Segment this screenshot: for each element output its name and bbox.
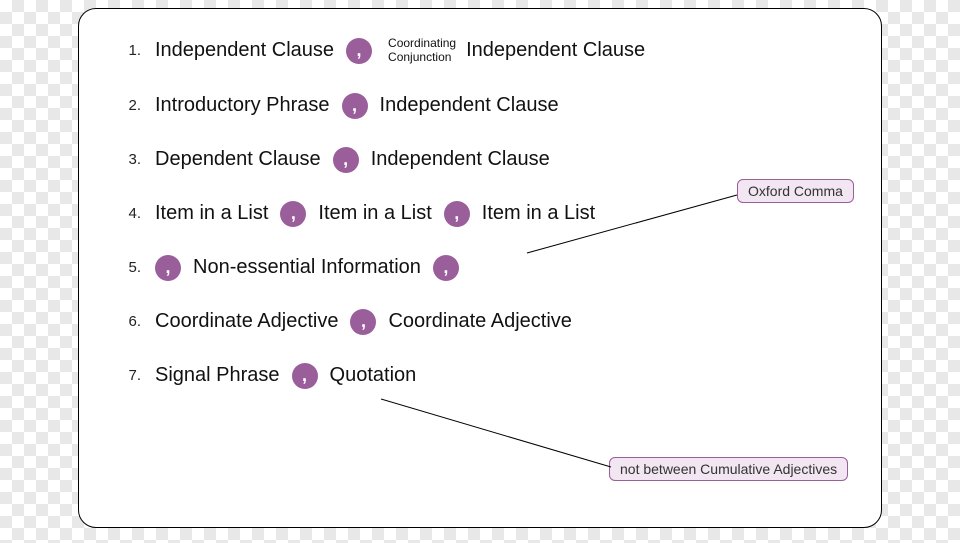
comma-icon: , (433, 255, 459, 281)
comma-rules-card: 1. Independent Clause , Coordinating Con… (78, 8, 882, 528)
rule-text: Independent Clause (371, 148, 550, 171)
rule-text: Independent Clause (155, 39, 334, 62)
comma-icon: , (346, 38, 372, 64)
rule-text: Quotation (330, 364, 417, 387)
comma-icon: , (333, 147, 359, 173)
rule-number: 7. (123, 367, 141, 384)
rule-number: 1. (123, 42, 141, 59)
coordinating-conjunction-label: Coordinating Conjunction (388, 37, 456, 65)
comma-icon: , (280, 201, 306, 227)
rule-text: Introductory Phrase (155, 94, 330, 117)
rule-number: 4. (123, 205, 141, 222)
rule-text: Coordinate Adjective (388, 310, 571, 333)
rule-number: 5. (123, 259, 141, 276)
rule-row-6: 6. Coordinate Adjective , Coordinate Adj… (123, 309, 851, 335)
rule-text: Coordinate Adjective (155, 310, 338, 333)
rule-text: Item in a List (318, 202, 431, 225)
rule-row-7: 7. Signal Phrase , Quotation (123, 363, 851, 389)
oxford-comma-icon: , (444, 201, 470, 227)
comma-icon: , (155, 255, 181, 281)
comma-icon: , (342, 93, 368, 119)
oxford-comma-callout: Oxford Comma (737, 179, 854, 203)
rule-row-5: 5. , Non-essential Information , (123, 255, 851, 281)
rule-text: Independent Clause (466, 39, 645, 62)
rule-number: 2. (123, 97, 141, 114)
rule-number: 3. (123, 151, 141, 168)
rule-number: 6. (123, 313, 141, 330)
rule-text: Non-essential Information (193, 256, 421, 279)
rule-row-4: 4. Item in a List , Item in a List , Ite… (123, 201, 851, 227)
comma-icon: , (292, 363, 318, 389)
cumulative-adjectives-callout: not between Cumulative Adjectives (609, 457, 848, 481)
coord-line1: Coordinating (388, 36, 456, 50)
coord-line2: Conjunction (388, 50, 451, 64)
rule-row-2: 2. Introductory Phrase , Independent Cla… (123, 93, 851, 119)
rule-text: Item in a List (155, 202, 268, 225)
rule-text: Signal Phrase (155, 364, 280, 387)
rule-text: Dependent Clause (155, 148, 321, 171)
comma-icon: , (350, 309, 376, 335)
rule-row-3: 3. Dependent Clause , Independent Clause (123, 147, 851, 173)
rule-text: Independent Clause (380, 94, 559, 117)
rule-row-1: 1. Independent Clause , Coordinating Con… (123, 37, 851, 65)
rule-text: Item in a List (482, 202, 595, 225)
